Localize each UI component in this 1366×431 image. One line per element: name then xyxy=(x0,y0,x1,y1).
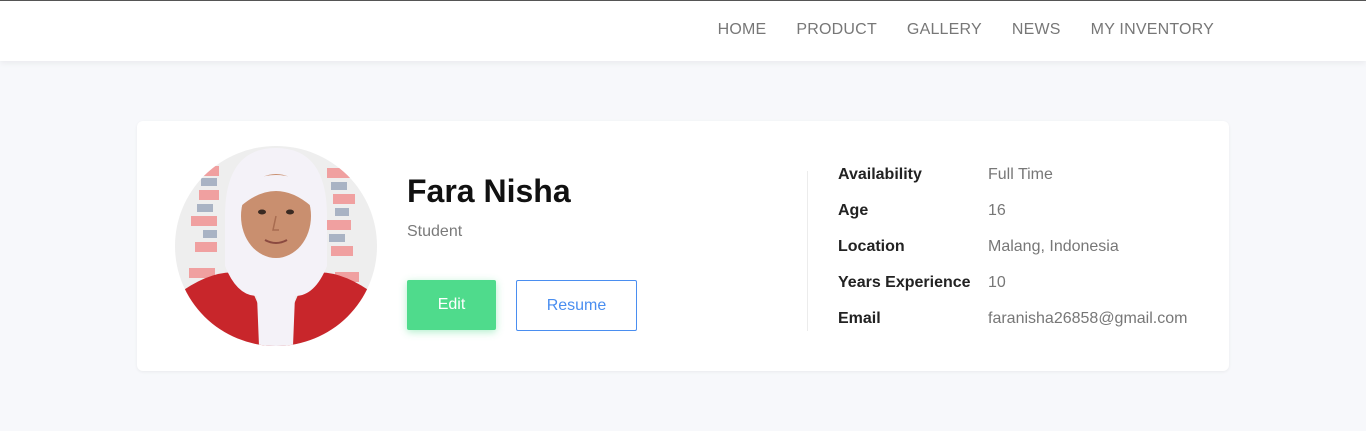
profile-details: Availability Full Time Age 16 Location M… xyxy=(838,166,1187,346)
profile-photo xyxy=(175,146,377,346)
avatar xyxy=(175,146,377,346)
top-navbar: HOME PRODUCT GALLERY NEWS MY INVENTORY xyxy=(0,0,1366,61)
detail-label: Email xyxy=(838,310,881,327)
detail-row-location: Location Malang, Indonesia xyxy=(838,238,1187,274)
nav-link-gallery[interactable]: GALLERY xyxy=(907,21,982,39)
resume-button[interactable]: Resume xyxy=(516,280,637,331)
detail-value: Malang, Indonesia xyxy=(988,238,1119,255)
detail-label: Location xyxy=(838,238,905,255)
detail-row-email: Email faranisha26858@gmail.com xyxy=(838,310,1187,346)
divider xyxy=(807,171,808,331)
nav-menu: HOME PRODUCT GALLERY NEWS MY INVENTORY xyxy=(688,21,1214,39)
profile-name: Fara Nisha xyxy=(407,173,571,209)
detail-value: Full Time xyxy=(988,166,1053,183)
detail-label: Availability xyxy=(838,166,922,183)
detail-row-years-experience: Years Experience 10 xyxy=(838,274,1187,310)
detail-label: Age xyxy=(838,202,869,219)
detail-value: 10 xyxy=(988,274,1006,291)
detail-row-availability: Availability Full Time xyxy=(838,166,1187,202)
profile-role: Student xyxy=(407,223,463,240)
detail-value: 16 xyxy=(988,202,1006,219)
nav-link-my-inventory[interactable]: MY INVENTORY xyxy=(1091,21,1214,39)
detail-row-age: Age 16 xyxy=(838,202,1187,238)
detail-label: Years Experience xyxy=(838,274,971,291)
email-link[interactable]: faranisha26858@gmail.com xyxy=(988,310,1187,346)
nav-link-home[interactable]: HOME xyxy=(718,21,767,39)
profile-card: Fara Nisha Student Edit Resume Availabil… xyxy=(137,121,1229,371)
nav-link-product[interactable]: PRODUCT xyxy=(796,21,877,39)
edit-button[interactable]: Edit xyxy=(407,280,496,330)
nav-link-news[interactable]: NEWS xyxy=(1012,21,1061,39)
